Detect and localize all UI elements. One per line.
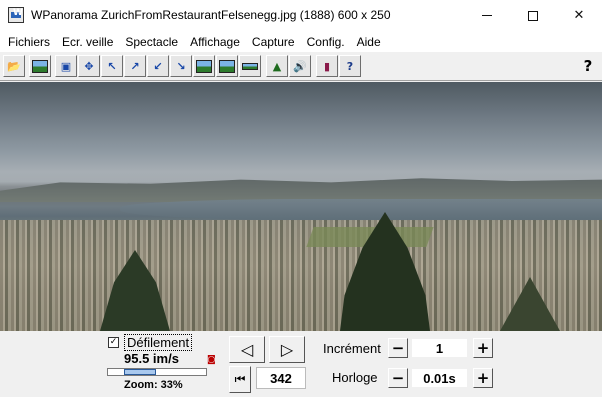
- open-folder-button[interactable]: 📂: [3, 55, 25, 77]
- minimize-icon: [482, 15, 492, 16]
- arrow-ne-button[interactable]: ↗: [124, 55, 146, 77]
- menu-aide[interactable]: Aide: [351, 32, 387, 52]
- frame-number: 342: [256, 367, 306, 389]
- triangle-right-icon: ▷: [280, 340, 294, 359]
- window-title: WPanorama ZurichFromRestaurantFelsenegg.…: [31, 8, 391, 22]
- maximize-button[interactable]: [510, 0, 556, 31]
- control-panel: ✓ Défilement 95.5 im/s ◙ Zoom: 33% ◁ ▷ ⏮…: [0, 331, 602, 397]
- sound-button[interactable]: 🔊: [289, 55, 311, 77]
- arrow-se-button[interactable]: ↘: [170, 55, 192, 77]
- zoom-slider-thumb[interactable]: [124, 369, 156, 375]
- minimize-button[interactable]: [464, 0, 510, 31]
- arrow-sw-button[interactable]: ↙: [147, 55, 169, 77]
- panorama-view-icon: [196, 59, 212, 73]
- arrow-sw-icon: ↙: [153, 59, 163, 73]
- arrow-se-icon: ↘: [176, 59, 186, 73]
- close-button[interactable]: ✕: [556, 0, 602, 31]
- menu-config[interactable]: Config.: [301, 32, 351, 52]
- triangle-left-icon: ◁: [240, 340, 254, 359]
- image-icon: [32, 59, 48, 73]
- menu-bar: Fichiers Ecr. veille Spectacle Affichage…: [0, 31, 602, 52]
- landscape-button[interactable]: [216, 55, 238, 77]
- clock-label: Horloge: [332, 370, 378, 385]
- zoom-label: Zoom: 33%: [124, 379, 183, 391]
- skip-start-icon: ⏮: [234, 372, 246, 386]
- previous-button[interactable]: ◁: [229, 336, 265, 363]
- next-button[interactable]: ▷: [269, 336, 305, 363]
- scroll-label[interactable]: Défilement: [124, 334, 193, 351]
- sound-icon: 🔊: [293, 59, 307, 73]
- help-image-button[interactable]: ?: [339, 55, 361, 77]
- help-button[interactable]: ?: [577, 55, 599, 77]
- arrow-ne-icon: ↗: [130, 59, 140, 73]
- increment-label: Incrément: [323, 341, 381, 356]
- landscape-icon: [219, 59, 235, 73]
- panorama-image[interactable]: [0, 82, 602, 331]
- zoom-slider[interactable]: [107, 368, 207, 376]
- increment-value[interactable]: 1: [412, 339, 467, 357]
- open-folder-icon: 📂: [7, 59, 21, 73]
- move-all-icon: ✥: [84, 59, 94, 73]
- menu-ecr-veille[interactable]: Ecr. veille: [56, 32, 119, 52]
- title-bar: WPanorama ZurichFromRestaurantFelsenegg.…: [0, 0, 602, 31]
- strip-icon: [242, 62, 258, 70]
- minus-icon: −: [391, 368, 405, 387]
- lake: [120, 199, 602, 221]
- tree-button[interactable]: ▲: [266, 55, 288, 77]
- image-button[interactable]: [29, 55, 51, 77]
- maximize-icon: [528, 10, 538, 21]
- speed-indicator-icon: ◙: [207, 355, 216, 365]
- increment-plus-button[interactable]: +: [473, 338, 493, 358]
- panorama-view-button[interactable]: [193, 55, 215, 77]
- fit-icon: ▣: [60, 59, 72, 73]
- clock-minus-button[interactable]: −: [388, 368, 408, 388]
- clock-plus-button[interactable]: +: [473, 368, 493, 388]
- scroll-checkbox[interactable]: ✓: [108, 337, 119, 348]
- first-frame-button[interactable]: ⏮: [229, 366, 251, 393]
- tree-icon: ▲: [272, 59, 282, 73]
- clock-value[interactable]: 0.01s: [412, 369, 467, 387]
- menu-fichiers[interactable]: Fichiers: [2, 32, 56, 52]
- hills: [0, 178, 602, 202]
- fit-button[interactable]: ▣: [55, 55, 77, 77]
- menu-capture[interactable]: Capture: [246, 32, 301, 52]
- arrow-nw-button[interactable]: ↖: [101, 55, 123, 77]
- minus-icon: −: [391, 338, 405, 357]
- menu-spectacle[interactable]: Spectacle: [119, 32, 184, 52]
- book-button[interactable]: ▮: [316, 55, 338, 77]
- move-all-button[interactable]: ✥: [78, 55, 100, 77]
- strip-button[interactable]: [239, 55, 261, 77]
- arrow-nw-icon: ↖: [107, 59, 117, 73]
- app-icon[interactable]: [8, 7, 24, 23]
- close-icon: ✕: [573, 8, 585, 23]
- increment-minus-button[interactable]: −: [388, 338, 408, 358]
- help-image-icon: ?: [346, 59, 354, 73]
- toolbar: 📂 ▣ ✥ ↖ ↗ ↙ ↘ ▲ 🔊 ▮ ? ?: [0, 52, 602, 81]
- menu-affichage[interactable]: Affichage: [184, 32, 246, 52]
- plus-icon: +: [476, 338, 490, 357]
- speed-readout: 95.5 im/s: [124, 351, 179, 366]
- book-icon: ▮: [323, 59, 331, 73]
- plus-icon: +: [476, 368, 490, 387]
